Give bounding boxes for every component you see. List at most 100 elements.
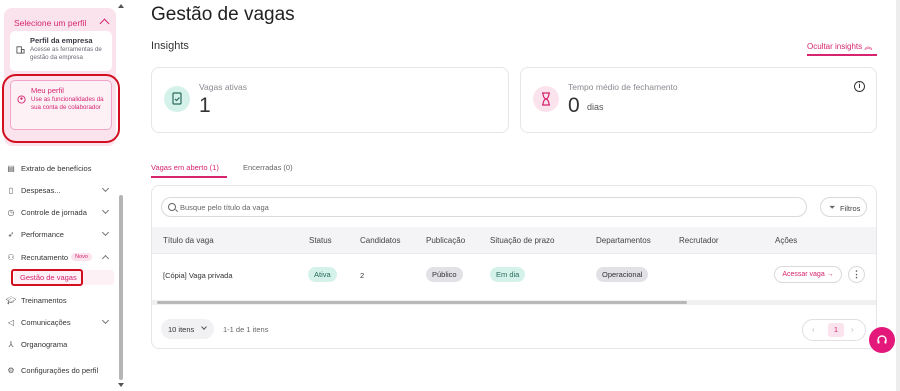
column-header: Recrutador bbox=[679, 236, 719, 245]
profile-option-company[interactable]: Perfil da empresa Acesse as ferramentas … bbox=[10, 31, 112, 71]
card-icon-circle bbox=[533, 86, 559, 112]
insight-card-avg-close-time: Tempo médio de fechamento 0 dias i bbox=[520, 67, 877, 133]
sidebar-item-label: Configurações do perfil bbox=[21, 365, 99, 375]
column-header: Situação de prazo bbox=[490, 236, 555, 245]
column-header: Publicação bbox=[426, 236, 466, 245]
items-per-page-value: 10 itens bbox=[168, 325, 195, 334]
cell-job-title[interactable]: [Cópia] Vaga privada bbox=[163, 271, 233, 280]
status-badge: Ativa bbox=[308, 267, 337, 282]
org-chart-icon: ⅄ bbox=[8, 339, 14, 349]
card-value: 1 bbox=[199, 94, 211, 117]
more-options-icon[interactable]: ⋮ bbox=[848, 266, 865, 283]
column-header: Candidatos bbox=[360, 236, 401, 245]
sidebar-item-training[interactable]: 🎓︎ Treinamentos bbox=[6, 292, 114, 308]
access-job-button[interactable]: Acessar vaga → bbox=[774, 266, 842, 283]
tab-open-jobs[interactable]: Vagas em aberto (1) bbox=[151, 163, 219, 172]
card-unit: dias bbox=[587, 102, 604, 112]
info-icon[interactable]: i bbox=[854, 81, 865, 92]
search-input[interactable]: Busque pelo título da vaga bbox=[161, 197, 807, 217]
chevron-up-icon bbox=[101, 254, 110, 263]
filters-label: Filtros bbox=[840, 204, 861, 213]
insights-title: Insights bbox=[151, 40, 189, 52]
chevron-down-icon bbox=[101, 228, 110, 237]
recruitment-icon: ⚇ bbox=[7, 252, 15, 262]
sidebar-item-label: Despesas... bbox=[21, 185, 61, 195]
cell-candidates: 2 bbox=[360, 271, 365, 280]
new-badge: Novo bbox=[71, 253, 92, 261]
chevron-down-icon bbox=[201, 324, 207, 330]
page-button-current[interactable]: 1 bbox=[828, 323, 844, 337]
search-icon bbox=[168, 203, 176, 211]
clock-icon: ◷ bbox=[7, 207, 15, 217]
hide-insights-label: Ocultar insights bbox=[807, 42, 863, 51]
hourglass-icon bbox=[542, 92, 550, 106]
profile-selector-header[interactable]: Selecione um perfil bbox=[14, 18, 86, 28]
chevron-right-icon[interactable]: › bbox=[851, 325, 854, 334]
filters-button[interactable]: ⏷ Filtros bbox=[820, 197, 867, 217]
tab-closed-jobs[interactable]: Encerradas (0) bbox=[243, 163, 293, 172]
page-title: Gestão de vagas bbox=[151, 4, 295, 25]
chevron-down-icon bbox=[101, 206, 110, 215]
sidebar-item-label: Comunicações bbox=[21, 317, 71, 327]
sidebar-item-label: Organograma bbox=[21, 339, 68, 349]
building-icon bbox=[16, 46, 25, 54]
hide-insights-link[interactable]: Ocultar insights ︽ bbox=[807, 41, 872, 52]
document-check-icon bbox=[172, 92, 182, 105]
double-chevron-up-icon: ︽ bbox=[864, 42, 873, 51]
gear-icon: ⚙ bbox=[7, 365, 15, 375]
department-badge: Operacional bbox=[596, 267, 649, 282]
pagination: ‹ 1 › bbox=[802, 319, 866, 341]
deadline-badge: Em dia bbox=[490, 267, 526, 282]
sidebar-item-org-chart[interactable]: ⅄ Organograma bbox=[6, 336, 114, 352]
sidebar-item-label: Performance bbox=[21, 229, 64, 239]
chevron-down-icon bbox=[101, 184, 110, 193]
window-scrollbar[interactable] bbox=[896, 0, 900, 391]
sidebar-item-profile-settings[interactable]: ⚙ Configurações do perfil bbox=[6, 362, 114, 378]
active-tab-indicator bbox=[151, 176, 227, 178]
row-divider bbox=[152, 253, 876, 254]
column-header: Ações bbox=[775, 236, 798, 245]
sidebar-item-performance[interactable]: ➶ Performance bbox=[6, 226, 114, 242]
profile-option-title: Perfil da empresa bbox=[30, 36, 93, 45]
headset-icon bbox=[877, 335, 887, 344]
scroll-down-arrow-icon[interactable] bbox=[118, 383, 124, 387]
sidebar-item-label: Recrutamento bbox=[21, 252, 69, 262]
sidebar-item-label: Extrato de benefícios bbox=[21, 163, 92, 173]
column-header: Departamentos bbox=[596, 236, 651, 245]
chevron-left-icon[interactable]: ‹ bbox=[812, 325, 815, 334]
megaphone-icon: ◁ bbox=[7, 317, 15, 327]
column-header: Título da vaga bbox=[163, 236, 214, 245]
receipt-icon: ▤ bbox=[7, 163, 15, 173]
sidebar-item-label: Treinamentos bbox=[21, 295, 67, 305]
sidebar-item-benefits[interactable]: ▤ Extrato de benefícios bbox=[6, 160, 114, 176]
chevron-up-icon[interactable] bbox=[99, 18, 110, 29]
sidebar-item-expenses[interactable]: ▯ Despesas... bbox=[6, 182, 114, 198]
graduation-cap-icon: 🎓︎ bbox=[5, 295, 17, 305]
card-icon-circle bbox=[164, 86, 190, 112]
items-per-page-select[interactable]: 10 itens bbox=[161, 319, 214, 339]
rocket-icon: ➶ bbox=[7, 229, 15, 239]
publication-badge: Público bbox=[426, 267, 463, 282]
filter-icon: ⏷ bbox=[829, 203, 836, 212]
card-label: Tempo médio de fechamento bbox=[568, 82, 678, 92]
sidebar: Selecione um perfil Perfil da empresa Ac… bbox=[0, 0, 126, 391]
sidebar-item-recruitment[interactable]: ⚇ Recrutamento Novo bbox=[6, 249, 114, 265]
card-value: 0 bbox=[568, 94, 580, 117]
sidebar-scrollbar[interactable] bbox=[119, 195, 123, 380]
card-label: Vagas ativas bbox=[199, 82, 248, 92]
sidebar-item-label: Controle de jornada bbox=[21, 207, 87, 217]
pagination-range: 1-1 de 1 itens bbox=[223, 325, 269, 334]
sidebar-item-timekeeping[interactable]: ◷ Controle de jornada bbox=[6, 204, 114, 220]
app-root: Selecione um perfil Perfil da empresa Ac… bbox=[0, 0, 900, 391]
search-placeholder: Busque pelo título da vaga bbox=[180, 203, 269, 212]
document-icon: ▯ bbox=[8, 185, 14, 195]
table-scrollbar-thumb[interactable] bbox=[157, 301, 687, 304]
profile-option-desc: Acesse as ferramentas de gestão da empre… bbox=[30, 46, 102, 61]
column-header: Status bbox=[309, 236, 332, 245]
insight-card-active-jobs: Vagas ativas 1 bbox=[151, 67, 509, 133]
scroll-up-arrow-icon[interactable] bbox=[118, 4, 124, 8]
annotation-rect bbox=[11, 269, 83, 286]
chevron-down-icon bbox=[101, 316, 110, 325]
sidebar-item-communications[interactable]: ◁ Comunicações bbox=[6, 314, 114, 330]
help-button[interactable] bbox=[869, 327, 895, 353]
